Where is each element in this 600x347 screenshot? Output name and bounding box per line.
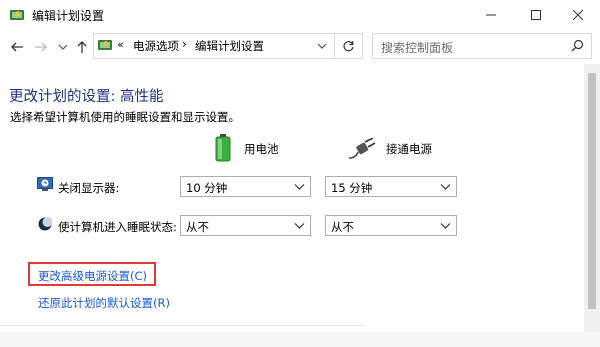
battery-icon	[215, 134, 231, 162]
column-header-battery: 用电池	[244, 142, 279, 156]
arrow-left-icon	[11, 42, 23, 52]
restore-default-settings-link[interactable]: 还原此计划的默认设置(R)	[38, 295, 170, 311]
chevron-down-icon[interactable]	[317, 41, 327, 51]
change-advanced-power-settings-link[interactable]: 更改高级电源设置(C)	[38, 268, 147, 284]
breadcrumb-power-options[interactable]: 电源选项	[133, 38, 179, 54]
refresh-button[interactable]	[334, 33, 363, 59]
sleep-plugged-dropdown[interactable]: 从不	[325, 215, 457, 236]
chevron-down-icon	[58, 44, 68, 50]
up-button[interactable]	[73, 38, 91, 56]
back-button[interactable]	[8, 38, 26, 56]
power-options-icon	[10, 10, 24, 20]
chevron-down-icon	[294, 223, 305, 229]
maximize-button[interactable]	[514, 0, 558, 30]
breadcrumb-overflow[interactable]: «	[117, 38, 124, 51]
dropdown-value: 从不	[331, 220, 354, 234]
minimize-button[interactable]	[469, 0, 513, 30]
display-off-battery-dropdown[interactable]: 10 分钟	[180, 176, 311, 197]
arrow-up-icon	[77, 41, 87, 53]
forward-button[interactable]	[32, 38, 50, 56]
scrollbar-thumb[interactable]	[588, 73, 596, 309]
footer-area	[0, 332, 600, 347]
recent-locations-button[interactable]	[54, 38, 72, 56]
dropdown-value: 15 分钟	[331, 181, 373, 195]
sleep-battery-dropdown[interactable]: 从不	[180, 215, 311, 236]
page-title: 更改计划的设置: 高性能	[9, 89, 164, 105]
breadcrumb-edit-plan[interactable]: 编辑计划设置	[195, 38, 264, 54]
address-bar[interactable]: « 电源选项 › 编辑计划设置	[93, 33, 363, 59]
search-input[interactable]: 搜索控制面板	[372, 33, 592, 59]
chevron-down-icon	[294, 184, 305, 190]
search-icon[interactable]	[571, 39, 584, 52]
arrow-right-icon	[35, 42, 47, 52]
chevron-down-icon	[440, 184, 451, 190]
divider	[0, 325, 364, 326]
search-placeholder: 搜索控制面板	[381, 41, 454, 55]
display-timer-icon	[37, 177, 53, 191]
dropdown-value: 10 分钟	[186, 181, 228, 195]
power-options-icon	[98, 40, 112, 50]
refresh-icon	[343, 40, 354, 51]
row-label-turn-off-display: 关闭显示器:	[58, 181, 120, 195]
column-header-plugged-in: 接通电源	[386, 142, 432, 156]
chevron-down-icon	[440, 223, 451, 229]
row-label-sleep: 使计算机进入睡眠状态:	[58, 220, 177, 234]
close-button[interactable]	[556, 0, 600, 30]
minimize-icon	[486, 14, 496, 16]
sleep-moon-icon	[38, 217, 52, 231]
page-subtitle: 选择希望计算机使用的睡眠设置和显示设置。	[10, 110, 240, 124]
power-plug-icon	[348, 138, 376, 159]
display-off-plugged-dropdown[interactable]: 15 分钟	[325, 176, 457, 197]
window-title: 编辑计划设置	[32, 9, 105, 23]
maximize-icon	[531, 10, 541, 20]
breadcrumb-separator[interactable]: ›	[182, 37, 187, 51]
close-icon	[573, 10, 583, 20]
dropdown-value: 从不	[186, 220, 209, 234]
